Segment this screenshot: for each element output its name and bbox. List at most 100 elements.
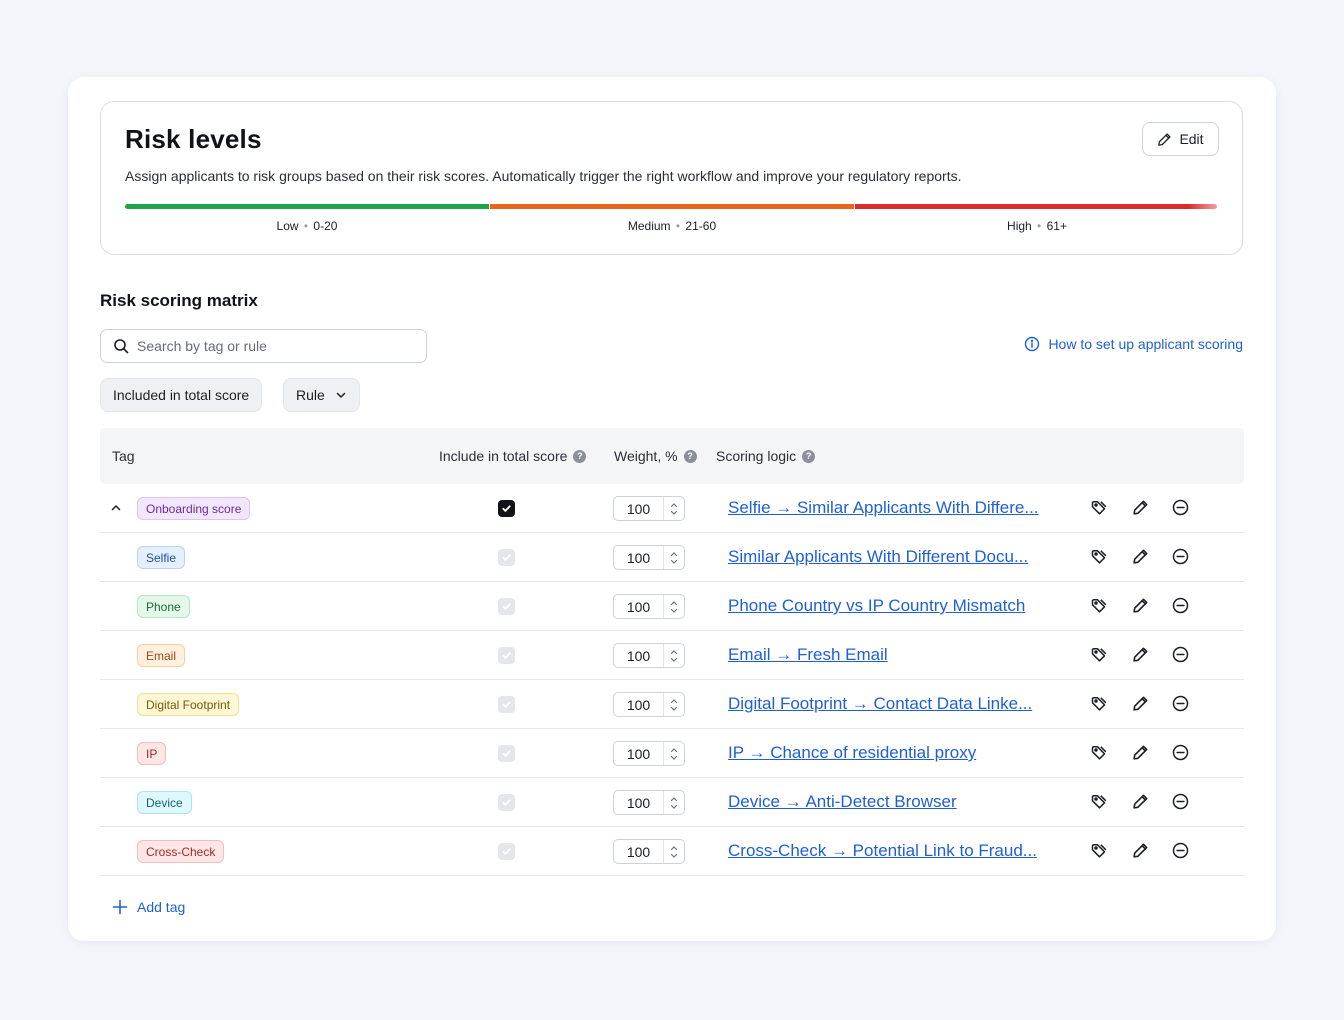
risk-label-high: High • 61+ (1007, 219, 1067, 233)
tag-badge: Cross-Check (137, 840, 225, 863)
tag-icon[interactable] (1090, 499, 1110, 519)
pencil-icon (1158, 132, 1172, 146)
pencil-icon[interactable] (1132, 695, 1152, 715)
minus-circle-icon[interactable] (1172, 744, 1192, 764)
table-row: Phone 100 Phone Country vs IP Country Mism… (100, 582, 1244, 631)
help-icon[interactable]: ? (802, 449, 816, 463)
table-row: Digital Footprint 100 Digital Footprint → … (100, 680, 1244, 729)
chevron-down-icon[interactable] (670, 510, 678, 516)
minus-circle-icon[interactable] (1172, 842, 1192, 862)
chevron-up-icon[interactable] (110, 501, 122, 519)
pencil-icon[interactable] (1132, 597, 1152, 617)
tag-icon[interactable] (1090, 793, 1110, 813)
chevron-up-icon[interactable] (670, 845, 678, 851)
matrix-title: Risk scoring matrix (100, 291, 258, 310)
column-tag: Tag (112, 448, 135, 464)
chevron-down-icon[interactable] (670, 559, 678, 565)
pencil-icon[interactable] (1132, 646, 1152, 666)
chevron-down-icon[interactable] (670, 804, 678, 810)
weight-stepper[interactable]: 100 (613, 839, 685, 864)
tag-icon[interactable] (1090, 646, 1110, 666)
help-icon[interactable]: ? (573, 449, 587, 463)
tag-icon[interactable] (1090, 548, 1110, 568)
table-row: IP 100 IP → Chance of residential proxy (100, 729, 1244, 778)
edit-button[interactable]: Edit (1142, 122, 1219, 156)
column-include: Include in total score? (439, 448, 587, 464)
search-box[interactable] (100, 329, 427, 363)
weight-stepper[interactable]: 100 (613, 692, 685, 717)
help-icon[interactable]: ? (683, 449, 697, 463)
chevron-up-icon[interactable] (670, 502, 678, 508)
scoring-logic-link[interactable]: IP → Chance of residential proxy (728, 743, 976, 763)
minus-circle-icon[interactable] (1172, 548, 1192, 568)
pencil-icon[interactable] (1132, 744, 1152, 764)
weight-value[interactable]: 100 (614, 497, 664, 520)
scoring-logic-link[interactable]: Phone Country vs IP Country Mismatch (728, 596, 1025, 616)
weight-stepper[interactable]: 100 (613, 496, 685, 521)
weight-value[interactable]: 100 (614, 840, 664, 863)
chevron-down-icon (336, 392, 346, 398)
weight-stepper[interactable]: 100 (613, 741, 685, 766)
scoring-logic-link[interactable]: Selfie → Similar Applicants With Differe… (728, 498, 1039, 518)
filter-included-chip[interactable]: Included in total score (100, 378, 263, 412)
tag-badge: IP (137, 742, 167, 765)
table-row: Device 100 Device → Anti-Detect Browser (100, 778, 1244, 827)
weight-value[interactable]: 100 (614, 546, 664, 569)
minus-circle-icon[interactable] (1172, 646, 1192, 666)
scoring-logic-link[interactable]: Similar Applicants With Different Docu..… (728, 547, 1028, 567)
tag-icon[interactable] (1090, 842, 1110, 862)
add-tag-button[interactable]: Add tag (112, 899, 185, 915)
weight-stepper[interactable]: 100 (613, 790, 685, 815)
tag-icon[interactable] (1090, 744, 1110, 764)
chevron-up-icon[interactable] (670, 747, 678, 753)
weight-stepper[interactable]: 100 (613, 545, 685, 570)
scoring-logic-link[interactable]: Device → Anti-Detect Browser (728, 792, 957, 812)
tag-icon[interactable] (1090, 597, 1110, 617)
scoring-logic-link[interactable]: Email → Fresh Email (728, 645, 888, 665)
weight-value[interactable]: 100 (614, 742, 664, 765)
include-checkbox (498, 794, 515, 811)
weight-stepper[interactable]: 100 (613, 594, 685, 619)
tag-badge: Digital Footprint (137, 693, 240, 716)
help-link-label: How to set up applicant scoring (1048, 336, 1243, 352)
chevron-down-icon[interactable] (670, 853, 678, 859)
tag-icon[interactable] (1090, 695, 1110, 715)
chevron-down-icon[interactable] (670, 608, 678, 614)
minus-circle-icon[interactable] (1172, 597, 1192, 617)
chevron-up-icon[interactable] (670, 649, 678, 655)
search-icon (114, 339, 129, 354)
risk-label-low: Low • 0-20 (276, 219, 338, 233)
pencil-icon[interactable] (1132, 842, 1152, 862)
weight-stepper[interactable]: 100 (613, 643, 685, 668)
chevron-down-icon[interactable] (670, 755, 678, 761)
chevron-down-icon[interactable] (670, 706, 678, 712)
weight-value[interactable]: 100 (614, 644, 664, 667)
minus-circle-icon[interactable] (1172, 793, 1192, 813)
risk-levels-title: Risk levels (125, 124, 262, 154)
pencil-icon[interactable] (1132, 548, 1152, 568)
pencil-icon[interactable] (1132, 793, 1152, 813)
include-checkbox (498, 598, 515, 615)
pencil-icon[interactable] (1132, 499, 1152, 519)
plus-icon (112, 899, 128, 915)
scoring-logic-link[interactable]: Digital Footprint → Contact Data Linke..… (728, 694, 1032, 714)
include-checkbox[interactable] (498, 500, 515, 517)
scoring-logic-link[interactable]: Cross-Check → Potential Link to Fraud... (728, 841, 1037, 861)
chevron-up-icon[interactable] (670, 796, 678, 802)
chevron-up-icon[interactable] (670, 551, 678, 557)
risk-bar-medium (490, 204, 854, 209)
minus-circle-icon[interactable] (1172, 695, 1192, 715)
include-checkbox (498, 647, 515, 664)
risk-levels-description: Assign applicants to risk groups based o… (125, 168, 962, 184)
include-checkbox (498, 549, 515, 566)
filter-rule-dropdown[interactable]: Rule (283, 378, 360, 412)
weight-value[interactable]: 100 (614, 791, 664, 814)
chevron-down-icon[interactable] (670, 657, 678, 663)
search-input[interactable] (137, 338, 407, 354)
help-link[interactable]: How to set up applicant scoring (1024, 336, 1243, 352)
weight-value[interactable]: 100 (614, 693, 664, 716)
minus-circle-icon[interactable] (1172, 499, 1192, 519)
chevron-up-icon[interactable] (670, 698, 678, 704)
chevron-up-icon[interactable] (670, 600, 678, 606)
weight-value[interactable]: 100 (614, 595, 664, 618)
